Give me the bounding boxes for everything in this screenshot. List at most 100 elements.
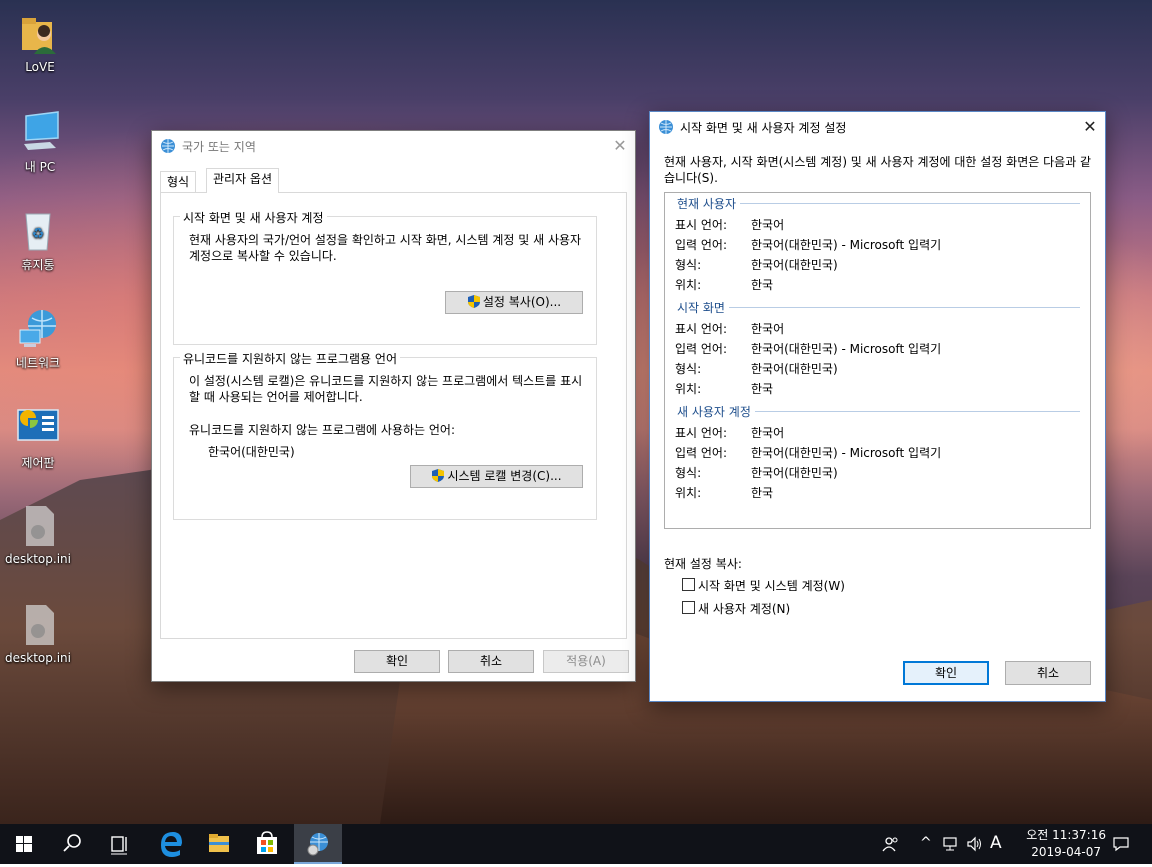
welcome-group-legend: 시작 화면 및 새 사용자 계정 (180, 209, 327, 226)
row-label: 입력 언어: (675, 342, 728, 356)
row-value: 한국어 (751, 426, 785, 440)
notification-center-icon[interactable] (1112, 835, 1130, 857)
row-label: 위치: (675, 278, 702, 292)
row-label: 입력 언어: (675, 446, 728, 460)
copy-current-settings-label: 현재 설정 복사: (664, 557, 742, 571)
row-value: 한국어(대한민국) (751, 258, 838, 272)
region-dialog: 국가 또는 지역 ✕ 형식 관리자 옵션 시작 화면 및 새 사용자 계정 현재… (151, 130, 636, 682)
close-icon[interactable]: ✕ (1075, 112, 1105, 142)
tab-control: 형식 관리자 옵션 시작 화면 및 새 사용자 계정 현재 사용자의 국가/언어… (160, 168, 628, 641)
current-locale-label: 유니코드를 지원하지 않는 프로그램에 사용하는 언어: (189, 423, 455, 437)
close-icon[interactable]: ✕ (605, 131, 635, 161)
clock-time: 오전 11:37:16 (1026, 828, 1106, 842)
desktop-icon-label: 휴지통 (21, 258, 55, 272)
control-panel-icon (14, 404, 62, 452)
globe-settings-icon (659, 120, 673, 134)
system-locale-group: 유니코드를 지원하지 않는 프로그램용 언어 이 설정(시스템 로캘)은 유니코… (173, 350, 597, 520)
row-value: 한국어(대한민국) - Microsoft 입력기 (751, 342, 942, 356)
recycle-bin-icon: ♻ (14, 206, 62, 254)
globe-settings-icon (161, 139, 175, 153)
network-icon[interactable] (942, 835, 960, 857)
volume-icon[interactable] (966, 835, 984, 857)
show-hidden-icons-chevron-icon[interactable]: ^ (920, 835, 932, 851)
desktop-icon-recycle-bin[interactable]: ♻ 휴지통 (2, 206, 74, 273)
taskbar-edge[interactable] (147, 824, 195, 864)
row-value: 한국 (751, 278, 774, 292)
checkbox-welcome-row[interactable]: 시작 화면 및 시스템 계정(W) (682, 577, 942, 593)
computer-icon (16, 108, 64, 156)
search-icon (63, 834, 81, 852)
row-value: 한국 (751, 486, 774, 500)
search-button[interactable] (48, 824, 96, 864)
welcome-group: 시작 화면 및 새 사용자 계정 현재 사용자의 국가/언어 설정을 확인하고 … (173, 209, 597, 345)
cancel-button[interactable]: 취소 (1005, 661, 1091, 685)
welcome-group-text: 현재 사용자의 국가/언어 설정을 확인하고 시작 화면, 시스템 계정 및 새… (189, 233, 582, 263)
clock-date: 2019-04-07 (1031, 845, 1101, 859)
section-heading-new-user-accounts: 새 사용자 계정 (677, 403, 755, 420)
copy-settings-button[interactable]: 설정 복사(O)... (445, 291, 583, 314)
folder-icon (209, 834, 229, 852)
desktop-icon-network[interactable]: 네트워크 (2, 304, 74, 371)
tab-admin-options[interactable]: 관리자 옵션 (206, 168, 280, 193)
row-label: 표시 언어: (675, 322, 728, 336)
taskbar-store[interactable] (243, 824, 291, 864)
welcome-settings-dialog: 시작 화면 및 새 사용자 계정 설정 ✕ 현재 사용자, 시작 화면(시스템 … (649, 111, 1106, 702)
section-heading-welcome-screen: 시작 화면 (677, 299, 729, 316)
task-view-icon (111, 836, 127, 855)
people-icon[interactable] (882, 835, 900, 857)
desktop-icon-label: LoVE (25, 60, 55, 74)
row-value: 한국어 (751, 218, 785, 232)
row-label: 위치: (675, 382, 702, 396)
copy-settings-label: 설정 복사(O)... (482, 295, 562, 309)
desktop-icon-love[interactable]: LoVE (4, 10, 76, 74)
desktop-icon-control-panel[interactable]: 제어판 (2, 404, 74, 471)
checkbox-newuser-row[interactable]: 새 사용자 계정(N) (682, 600, 942, 616)
taskbar: ^ A 오전 11:37:16 2019-04-07 (0, 824, 1152, 864)
settings-summary-panel: 현재 사용자 표시 언어: 한국어 입력 언어: 한국어(대한민국) - Mic… (664, 192, 1091, 529)
row-label: 형식: (675, 258, 702, 272)
desktop-icon-desktop-ini-1[interactable]: desktop.ini (2, 502, 74, 566)
svg-text:♻: ♻ (32, 226, 45, 242)
change-system-locale-button[interactable]: 시스템 로캘 변경(C)... (410, 465, 583, 488)
region-dialog-title: 국가 또는 지역 (182, 140, 256, 154)
ok-button[interactable]: 확인 (903, 661, 989, 685)
row-value: 한국어(대한민국) (751, 466, 838, 480)
tab-format[interactable]: 형식 (160, 171, 197, 193)
current-locale-value: 한국어(대한민국) (208, 445, 295, 459)
cancel-button[interactable]: 취소 (448, 650, 534, 673)
row-label: 표시 언어: (675, 426, 728, 440)
desktop-icon-label: 제어판 (21, 456, 55, 470)
row-value: 한국어(대한민국) - Microsoft 입력기 (751, 446, 942, 460)
system-locale-text: 이 설정(시스템 로캘)은 유니코드를 지원하지 않는 프로그램에서 텍스트를 … (189, 374, 583, 404)
row-label: 위치: (675, 486, 702, 500)
welcome-screen-checkbox[interactable] (682, 578, 695, 591)
desktop-icon-this-pc[interactable]: 내 PC (4, 108, 76, 175)
section-heading-current-user: 현재 사용자 (677, 195, 741, 212)
new-user-checkbox-label[interactable]: 새 사용자 계정(N) (698, 600, 790, 617)
welcome-screen-checkbox-label[interactable]: 시작 화면 및 시스템 계정(W) (698, 577, 845, 594)
row-value: 한국어 (751, 322, 785, 336)
taskbar-file-explorer[interactable] (195, 824, 243, 864)
uac-shield-icon (467, 295, 480, 308)
intro-text: 현재 사용자, 시작 화면(시스템 계정) 및 새 사용자 계정에 대한 설정 … (664, 155, 1092, 185)
store-bag-icon (257, 831, 277, 854)
start-button[interactable] (0, 824, 48, 864)
task-view-button[interactable] (96, 824, 144, 864)
desktop-icon-desktop-ini-2[interactable]: desktop.ini (2, 601, 74, 665)
settings-file-icon (14, 502, 62, 550)
region-dialog-titlebar[interactable]: 국가 또는 지역 ✕ (152, 131, 635, 161)
user-folder-icon (16, 10, 64, 58)
apply-button[interactable]: 적용(A) (543, 650, 629, 673)
taskbar-region-settings[interactable] (294, 824, 342, 864)
edge-browser-icon (161, 832, 182, 857)
row-value: 한국어(대한민국) (751, 362, 838, 376)
new-user-checkbox[interactable] (682, 601, 695, 614)
desktop-icon-label: desktop.ini (5, 651, 71, 665)
ime-indicator[interactable]: A (990, 833, 1002, 853)
row-label: 표시 언어: (675, 218, 728, 232)
row-label: 형식: (675, 466, 702, 480)
desktop-icon-label: 네트워크 (15, 356, 61, 370)
clock[interactable]: 오전 11:37:16 2019-04-07 (1026, 827, 1106, 861)
ok-button[interactable]: 확인 (354, 650, 440, 673)
welcome-settings-titlebar[interactable]: 시작 화면 및 새 사용자 계정 설정 ✕ (650, 112, 1105, 142)
